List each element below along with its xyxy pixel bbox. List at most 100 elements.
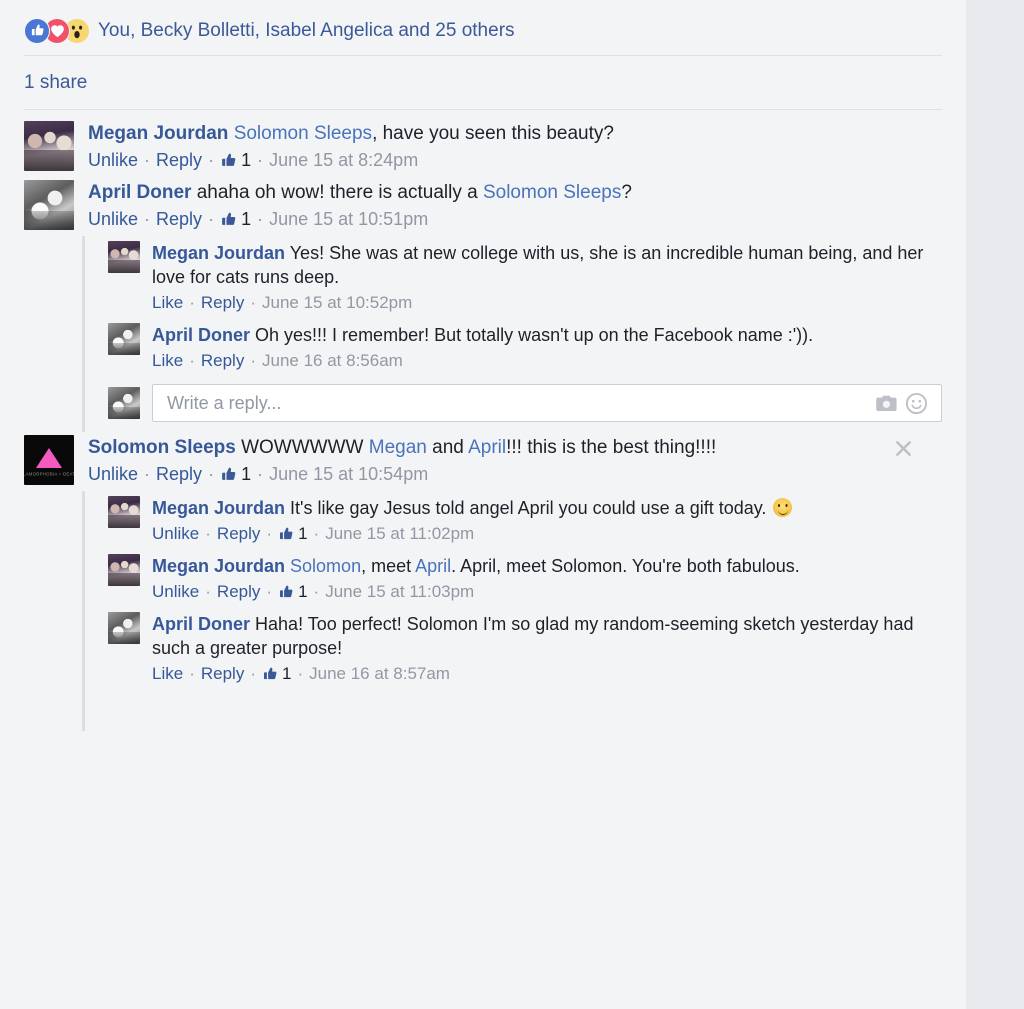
- post-comments-panel: You, Becky Bolletti, Isabel Angelica and…: [0, 0, 966, 1009]
- reply-megan-2: Megan Jourdan It's like gay Jesus told a…: [108, 493, 942, 551]
- comment-text: April Doner ahaha oh wow! there is actua…: [88, 180, 942, 205]
- like-reaction-icon: [24, 17, 50, 44]
- avatar[interactable]: [24, 121, 74, 171]
- comment-author[interactable]: Megan Jourdan: [152, 498, 285, 518]
- comment-body: Megan Jourdan Solomon, meet April. April…: [152, 554, 942, 604]
- like-toggle-button[interactable]: Unlike: [88, 148, 138, 172]
- comment-text-part: Haha! Too perfect! Solomon I'm so glad m…: [152, 614, 914, 658]
- thumbs-up-icon: [220, 466, 237, 483]
- comment-body: April Doner Haha! Too perfect! Solomon I…: [152, 612, 942, 686]
- comment-timestamp[interactable]: June 15 at 11:02pm: [325, 522, 474, 546]
- avatar[interactable]: [108, 554, 140, 586]
- comment-block: GLAMORPHOBIA = DEATH Solomon Sleeps WOWW…: [24, 432, 942, 731]
- comment-text: Solomon Sleeps WOWWWWW Megan and April!!…: [88, 435, 942, 460]
- comment-author[interactable]: April Doner: [152, 325, 250, 345]
- comment-mention[interactable]: April: [415, 556, 451, 576]
- camera-icon[interactable]: [871, 388, 901, 418]
- comment-author[interactable]: Megan Jourdan: [152, 243, 285, 263]
- like-count-group[interactable]: 1: [220, 462, 251, 486]
- comment-author[interactable]: Solomon Sleeps: [88, 437, 236, 458]
- reply-input-placeholder[interactable]: Write a reply...: [167, 393, 871, 414]
- like-toggle-button[interactable]: Unlike: [88, 462, 138, 486]
- comment-timestamp[interactable]: June 15 at 10:54pm: [269, 462, 428, 486]
- avatar[interactable]: [24, 180, 74, 230]
- like-toggle-button[interactable]: Like: [152, 349, 183, 373]
- like-count-group[interactable]: 1: [278, 522, 308, 546]
- like-toggle-button[interactable]: Unlike: [152, 522, 199, 546]
- like-count-value: 1: [241, 464, 252, 484]
- comment-actions: Like · Reply · 1 · June 16 at 8:57am: [152, 662, 942, 686]
- comment-solomon-1: GLAMORPHOBIA = DEATH Solomon Sleeps WOWW…: [24, 432, 942, 491]
- close-icon[interactable]: [890, 435, 916, 461]
- like-toggle-button[interactable]: Unlike: [88, 207, 138, 231]
- comment-actions: Unlike · Reply · 1 · June 15 at 10:54pm: [88, 462, 942, 486]
- avatar[interactable]: [108, 387, 140, 419]
- smiley-icon[interactable]: [901, 388, 931, 418]
- comment-text-part: and: [426, 437, 469, 458]
- avatar[interactable]: GLAMORPHOBIA = DEATH: [24, 435, 74, 485]
- comment-author[interactable]: Megan Jourdan: [152, 556, 285, 576]
- comment-timestamp[interactable]: June 16 at 8:56am: [262, 349, 403, 373]
- comment-text: Megan Jourdan Solomon Sleeps, have you s…: [88, 121, 942, 146]
- comment-timestamp[interactable]: June 15 at 10:51pm: [269, 207, 428, 231]
- avatar[interactable]: [108, 323, 140, 355]
- avatar[interactable]: [108, 241, 140, 273]
- shares-row[interactable]: 1 share: [24, 56, 942, 109]
- action-separator: ·: [208, 150, 215, 170]
- reply-button[interactable]: Reply: [201, 349, 244, 373]
- share-count-link[interactable]: 1 share: [24, 72, 87, 94]
- like-toggle-button[interactable]: Like: [152, 291, 183, 315]
- comment-author[interactable]: April Doner: [88, 182, 191, 203]
- action-separator: ·: [205, 524, 211, 543]
- comment-mention[interactable]: April: [468, 437, 506, 458]
- comment-actions: Unlike · Reply · 1 · June 15 at 11:02pm: [152, 522, 942, 546]
- like-count-group[interactable]: 1: [220, 148, 251, 172]
- action-separator: ·: [266, 524, 273, 543]
- comment-mention[interactable]: Megan: [369, 437, 427, 458]
- reply-input-box[interactable]: Write a reply...: [152, 384, 942, 422]
- comment-text: April Doner Haha! Too perfect! Solomon I…: [152, 612, 942, 660]
- comment-author[interactable]: April Doner: [152, 614, 250, 634]
- reply-button[interactable]: Reply: [156, 148, 202, 172]
- comment-april-1: April Doner ahaha oh wow! there is actua…: [24, 177, 942, 236]
- comment-timestamp[interactable]: June 16 at 8:57am: [309, 662, 450, 686]
- action-separator: ·: [144, 150, 151, 170]
- like-toggle-button[interactable]: Unlike: [152, 580, 199, 604]
- reply-button[interactable]: Reply: [217, 580, 260, 604]
- reactions-summary-row[interactable]: You, Becky Bolletti, Isabel Angelica and…: [24, 0, 942, 55]
- reply-april-2: April Doner Haha! Too perfect! Solomon I…: [108, 609, 942, 691]
- reply-button[interactable]: Reply: [156, 207, 202, 231]
- comment-actions: Unlike · Reply · 1 · June 15 at 8:24pm: [88, 148, 942, 172]
- comment-timestamp[interactable]: June 15 at 10:52pm: [262, 291, 412, 315]
- reply-button[interactable]: Reply: [201, 291, 244, 315]
- comment-timestamp[interactable]: June 15 at 8:24pm: [269, 148, 418, 172]
- comment-text-tail: ?: [621, 182, 632, 203]
- comment-mention[interactable]: Solomon: [290, 556, 361, 576]
- like-count-group[interactable]: 1: [262, 662, 291, 686]
- thumbs-up-icon: [220, 211, 237, 228]
- comment-actions: Like · Reply · June 16 at 8:56am: [152, 349, 942, 373]
- reply-button[interactable]: Reply: [201, 662, 244, 686]
- reaction-icons-group: [24, 17, 90, 44]
- like-count-group[interactable]: 1: [278, 580, 308, 604]
- reaction-names-text[interactable]: You, Becky Bolletti, Isabel Angelica and…: [98, 20, 515, 42]
- comment-body: April Doner ahaha oh wow! there is actua…: [88, 180, 942, 231]
- comment-mention[interactable]: Solomon Sleeps: [234, 123, 372, 144]
- reply-button[interactable]: Reply: [156, 462, 202, 486]
- reply-button[interactable]: Reply: [217, 522, 260, 546]
- like-count-group[interactable]: 1: [220, 207, 251, 231]
- comment-mention[interactable]: Solomon Sleeps: [483, 182, 621, 203]
- action-separator: ·: [250, 293, 256, 312]
- thumbs-up-icon: [278, 584, 294, 600]
- like-toggle-button[interactable]: Like: [152, 662, 183, 686]
- triangle-logo-icon: [36, 448, 62, 468]
- avatar[interactable]: [108, 496, 140, 528]
- comment-text-tail: , have you seen this beauty?: [372, 123, 614, 144]
- avatar[interactable]: [108, 612, 140, 644]
- thumbs-up-icon: [278, 526, 294, 542]
- comment-body: Megan Jourdan It's like gay Jesus told a…: [152, 496, 942, 546]
- panel-inner: You, Becky Bolletti, Isabel Angelica and…: [0, 0, 966, 731]
- comment-timestamp[interactable]: June 15 at 11:03pm: [325, 580, 474, 604]
- comment-author[interactable]: Megan Jourdan: [88, 123, 228, 144]
- comment-text: Megan Jourdan Yes! She was at new colleg…: [152, 241, 942, 289]
